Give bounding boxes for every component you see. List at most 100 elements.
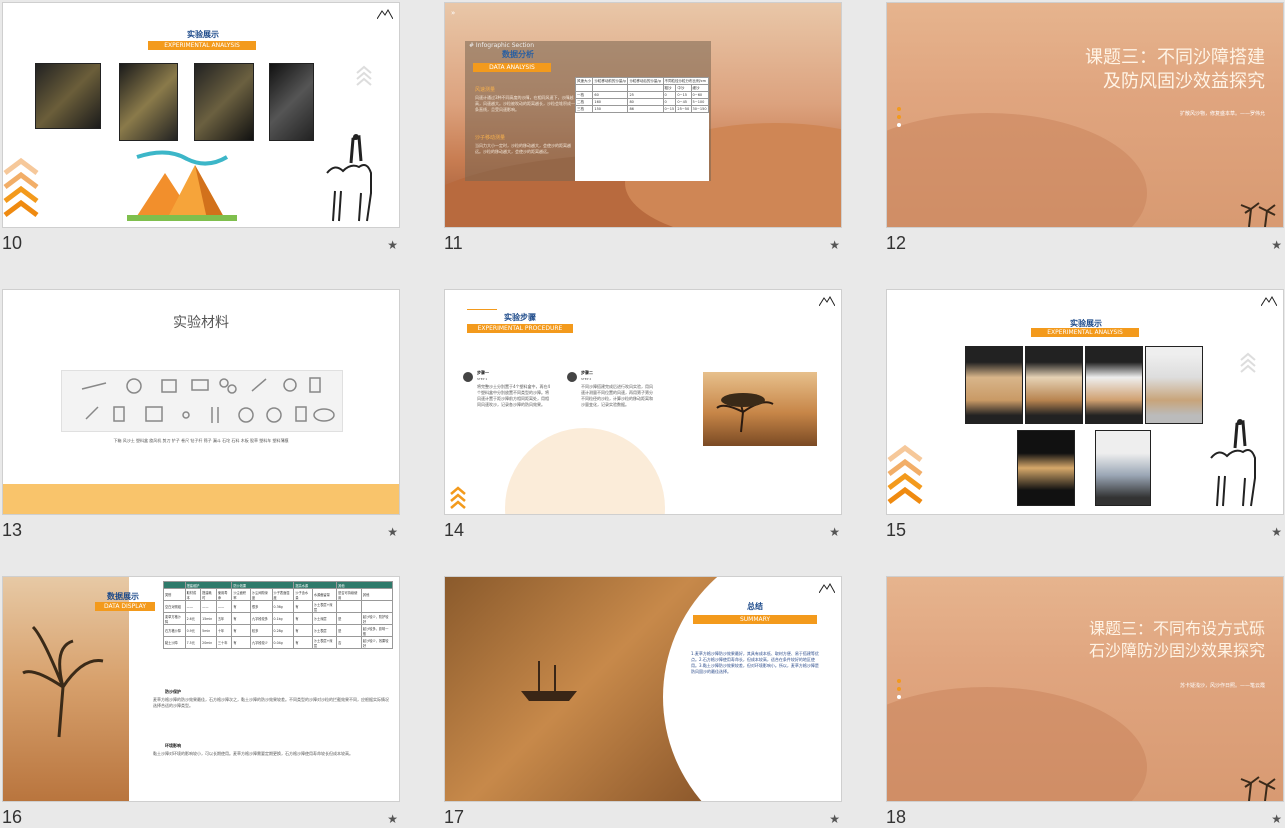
table-cell: 0.9元 [184,624,202,637]
column-header: 取材成本 [184,588,202,601]
table-cell: 有 [293,612,313,625]
table-row: 麦草方格沙障 2.6元 15min 五年有九字段较多 0.1kg 有沙土深层是起沙较少，防… [163,612,394,625]
table-cell: 沙土表层+深层 [311,636,338,649]
table-cell: 30~150 [690,105,710,113]
table-cell: 0.04g [271,636,295,649]
header-group: 搭建维护 [184,581,233,589]
column-header: 使用寿命 [215,588,233,601]
experiment-photo [119,63,178,141]
slide-number: 16 [2,807,23,827]
star-icon[interactable]: ★ [387,812,398,826]
star-icon[interactable]: ★ [1271,525,1282,539]
header-group: 提高水源 [293,581,338,589]
table-cell: 起沙较多，影响一般 [360,624,394,637]
slide-number: 18 [886,807,907,827]
table-cell: 160 [592,98,629,106]
materials-caption: 下箱 风沙土 塑料盒 旋风机 剪刀 铲子 卷尺 钻子杆 筛子 漏斗 石坨 石料 … [113,438,289,443]
table-cell: —— [184,600,202,613]
point1-title: 风速测量 [475,87,496,93]
table-cell: 五年 [215,612,233,625]
table-cell: 0~60 [690,91,710,99]
dot-indicator [897,107,901,111]
table-cell: 25 [627,91,664,99]
palm-tree-icon [1240,776,1276,801]
table-cell: 十年 [215,624,233,637]
mountain-icon [1261,296,1277,306]
table-cell: 15min [200,612,217,625]
slide-subtitle: EXPERIMENTAL ANALYSIS [1031,328,1139,337]
table-cell: 有 [293,636,313,649]
star-icon[interactable]: ★ [387,525,398,539]
chevron-decoration-icon [3,157,39,217]
table-cell [360,600,394,613]
table-cell: 起沙较少，效果较好 [360,636,394,649]
experiment-photo [1095,430,1151,506]
experiment-photo [1025,346,1083,424]
table-cell: 较多 [249,624,273,637]
step1-text: 将完整沙土分别置于4个塑料盒中，再在4个塑料盒中分别放置不同类型的沙障。将风速计… [477,384,551,407]
step1-sub: STEP 1 [477,377,488,381]
camel-rider-illustration [326,134,372,222]
table-row: 一档 60 25 0 0~15 0~60 [574,91,710,99]
slide-number: 11 [444,233,463,253]
slide-title: 实验材料 [173,315,229,331]
dot-indicator [897,123,901,127]
chevron-up-icon [356,65,372,86]
table-cell: 有 [231,624,251,637]
star-icon[interactable]: ★ [1271,238,1282,252]
column-header: 类别 [163,588,186,601]
star-icon[interactable]: ★ [829,812,840,826]
mountain-icon [819,583,835,593]
slide-title-line1: 课题三：不同沙障搭建 [1085,47,1265,68]
slide-subtitle: DATA DISPLAY [95,602,155,611]
table-subheader: 粗沙 [662,84,677,92]
slide-number: 14 [444,520,465,540]
table-cell [336,600,362,613]
table-cell: 否 [336,636,362,649]
table-cell: 有 [231,612,251,625]
star-icon[interactable]: ★ [1271,812,1282,826]
table-cell: 起沙较少，防护较好 [360,612,394,625]
dot-indicator [897,695,901,699]
table-row: 黏土沙障 7.5元 20min 三十年有九字段较少 0.04g 有沙土表层+深层否起沙较少… [163,636,394,649]
table-cell: 0.1kg [271,612,295,625]
step2-icon [567,372,577,382]
point2-title: 沙子移动测量 [475,135,506,141]
table-cell: 0~15 [675,91,692,99]
table-cell: 0.36g [271,600,295,613]
table-cell: 150 [592,105,629,113]
experiment-photo [1145,346,1203,424]
table-cell: 黏土沙障 [163,636,186,649]
column-header: 沙子含水量 [293,588,313,601]
slide-title: 实验步骤 [504,313,536,322]
table-subheader: 细沙 [690,84,710,92]
table-cell: 是 [336,612,362,625]
table-header: 沙粒移动前的沙量/g [592,77,629,85]
table-cell: 有 [293,600,313,613]
chevron-decoration-icon [450,486,466,509]
dune-shape [887,113,1147,227]
chevron-up-icon [1240,352,1256,373]
table-cell: 一档 [574,91,594,99]
column-header: 沙尘间隙深度 [249,588,273,601]
star-icon[interactable]: ★ [829,525,840,539]
table-cell: 沙土深层 [311,612,338,625]
slide-title: 数据展示 [107,592,139,601]
slide-title: 总结 [747,602,763,611]
slide-title: 数据分析 [502,50,534,59]
table-cell: 三十年 [215,636,233,649]
table-cell: 5~100 [690,98,710,106]
star-icon[interactable]: ★ [387,238,398,252]
table-row: 二档 160 80 0 0~45 5~100 [574,98,710,106]
table-cell: 九字段较多 [249,612,273,625]
column-header: 搭建耗时 [200,588,217,601]
slide-number: 15 [886,520,907,540]
star-icon[interactable]: ★ [829,238,840,252]
slide-subtitle: EXPERIMENTAL PROCEDURE [467,324,573,333]
table-header: 沙粒移动后的沙量/g [627,77,664,85]
slide-subtitle: SUMMARY [693,615,817,624]
table-cell: 沙土表层+深层 [311,600,338,613]
slide-title-line1: 课题三：不同布设方式砾 [1088,619,1265,638]
table-cell: 有 [231,600,251,613]
table-cell: 5min [200,624,217,637]
